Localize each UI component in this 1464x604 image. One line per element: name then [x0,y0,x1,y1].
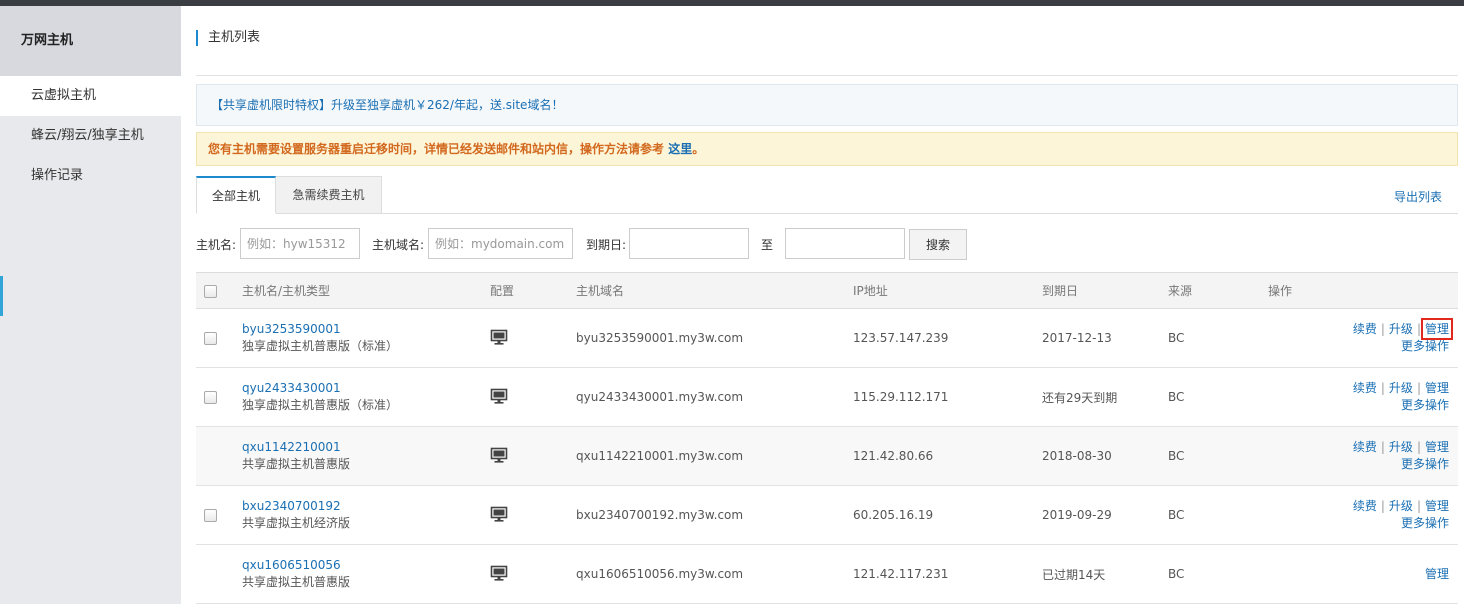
row-checkbox[interactable] [204,332,217,345]
host-type: 独享虚拟主机普惠版（标准） [242,339,399,353]
notice-end: 。 [692,142,705,156]
host-expiry: 还有29天到期 [1042,367,1168,427]
row-checkbox[interactable] [204,509,217,522]
table-row: byu3253590001 独享虚拟主机普惠版（标准） byu3253590001… [196,308,1458,368]
host-name-input[interactable] [240,228,360,259]
header-config: 配置 [486,272,576,309]
expiry-end-input[interactable] [785,228,905,259]
page-title: 主机列表 [196,30,260,46]
host-domain: qxu1142210001.my3w.com [576,426,853,486]
expiry-start-input[interactable] [629,228,749,259]
notice-text: 您有主机需要设置服务器重启迁移时间，详情已经发送邮件和站内信，操作方法请参考 [208,142,669,156]
header-source: 来源 [1168,272,1268,309]
host-ip: 123.57.147.239 [853,308,1042,368]
host-name-label: 主机名: [196,238,237,252]
host-expiry: 2019-09-29 [1042,485,1168,545]
monitor-icon[interactable] [490,447,508,463]
sidebar-item-dedicated-hosts[interactable]: 蜂云/翔云/独享主机 [0,116,181,156]
table-header-row: 主机名/主机类型 配置 主机域名 IP地址 到期日 来源 操作 [196,272,1458,309]
table-row: qyu2433430001 独享虚拟主机普惠版（标准） qyu2433430001… [196,367,1458,427]
select-all-cell [196,272,242,309]
monitor-icon[interactable] [490,506,508,522]
table-row: bxu2340700192 共享虚拟主机经济版 bxu2340700192.my3… [196,485,1458,545]
host-source: BC [1168,485,1268,545]
filter-bar: 主机名: 主机域名: 到期日: 至 搜索 [196,228,1458,260]
host-source: BC [1168,308,1268,368]
sidebar-item-operation-log[interactable]: 操作记录 [0,156,181,196]
host-type: 共享虚拟主机普惠版 [242,457,351,471]
manage-link[interactable]: 管理 [1425,381,1449,395]
host-tabs: 全部主机 急需续费主机 导出列表 [196,176,1458,214]
host-domain-input[interactable] [428,228,573,259]
more-actions-link[interactable]: 更多操作 [1401,457,1449,471]
host-ip: 121.42.80.66 [853,426,1042,486]
promo-banner[interactable]: 【共享虚机限时特权】升级至独享虚机￥262/年起，送.site域名！ [196,84,1458,126]
header-ip: IP地址 [853,272,1042,309]
host-domain-label: 主机域名: [372,238,425,252]
tab-all-hosts[interactable]: 全部主机 [196,176,276,214]
host-expiry: 2017-12-13 [1042,308,1168,368]
monitor-icon[interactable] [490,565,508,581]
divider [196,75,1458,76]
host-source: BC [1168,367,1268,427]
expiry-label: 到期日: [586,238,627,252]
monitor-icon[interactable] [490,388,508,404]
host-name-link[interactable]: byu3253590001 [242,321,486,338]
host-ip: 60.205.16.19 [853,485,1042,545]
manage-link[interactable]: 管理 [1425,499,1449,513]
migration-notice: 您有主机需要设置服务器重启迁移时间，详情已经发送邮件和站内信，操作方法请参考 这… [196,132,1458,166]
sidebar: 万网主机 云虚拟主机 蜂云/翔云/独享主机 操作记录 [0,6,181,604]
search-button[interactable]: 搜索 [909,229,967,260]
host-type: 共享虚拟主机经济版 [242,516,351,530]
header-name: 主机名/主机类型 [242,272,486,309]
host-type: 共享虚拟主机普惠版 [242,575,351,589]
host-name-link[interactable]: qxu1606510056 [242,557,486,574]
manage-link[interactable]: 管理 [1425,567,1449,581]
notice-link[interactable]: 这里 [668,142,692,156]
host-domain: qyu2433430001.my3w.com [576,367,853,427]
header-actions: 操作 [1268,272,1458,309]
host-domain: qxu1606510056.my3w.com [576,544,853,604]
sidebar-title: 万网主机 [0,6,181,76]
renew-link[interactable]: 续费 [1353,440,1377,454]
export-list-link[interactable]: 导出列表 [1394,188,1442,205]
host-table: 主机名/主机类型 配置 主机域名 IP地址 到期日 来源 操作 byu32535… [196,272,1458,604]
more-actions-link[interactable]: 更多操作 [1401,339,1449,353]
tab-urgent-renewal[interactable]: 急需续费主机 [276,176,382,214]
host-ip: 115.29.112.171 [853,367,1042,427]
renew-link[interactable]: 续费 [1353,322,1377,336]
more-actions-link[interactable]: 更多操作 [1401,398,1449,412]
renew-link[interactable]: 续费 [1353,381,1377,395]
more-actions-link[interactable]: 更多操作 [1401,516,1449,530]
manage-link[interactable]: 管理 [1425,440,1449,454]
host-ip: 121.42.117.231 [853,544,1042,604]
host-source: BC [1168,544,1268,604]
host-domain: byu3253590001.my3w.com [576,308,853,368]
header-expiry: 到期日 [1042,272,1168,309]
host-name-link[interactable]: bxu2340700192 [242,498,486,515]
host-type: 独享虚拟主机普惠版（标准） [242,398,399,412]
upgrade-link[interactable]: 升级 [1389,499,1413,513]
manage-link[interactable]: 管理 [1420,318,1454,340]
header-domain: 主机域名 [576,272,853,309]
table-row: qxu1606510056 共享虚拟主机普惠版 qxu1606510056.my3… [196,544,1458,604]
host-expiry: 已过期14天 [1042,544,1168,604]
table-row: qxu1142210001 共享虚拟主机普惠版 qxu1142210001.my3… [196,426,1458,486]
sidebar-item-cloud-virtual-host[interactable]: 云虚拟主机 [0,76,181,116]
upgrade-link[interactable]: 升级 [1389,322,1413,336]
to-label: 至 [761,238,774,252]
select-all-checkbox[interactable] [204,284,217,298]
row-checkbox[interactable] [204,391,217,404]
upgrade-link[interactable]: 升级 [1389,381,1413,395]
host-name-link[interactable]: qxu1142210001 [242,439,486,456]
sidebar-edge-marker [0,276,3,316]
monitor-icon[interactable] [490,329,508,345]
host-source: BC [1168,426,1268,486]
upgrade-link[interactable]: 升级 [1389,440,1413,454]
renew-link[interactable]: 续费 [1353,499,1377,513]
host-name-link[interactable]: qyu2433430001 [242,380,486,397]
top-navigation-bar [0,0,1464,6]
host-domain: bxu2340700192.my3w.com [576,485,853,545]
host-expiry: 2018-08-30 [1042,426,1168,486]
